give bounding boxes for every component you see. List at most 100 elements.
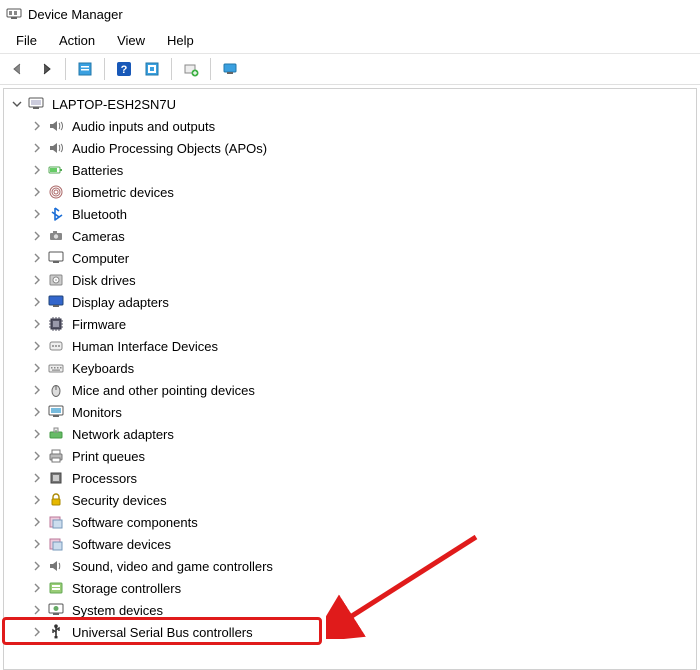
tree-category-label: Mice and other pointing devices	[70, 382, 257, 399]
security-icon	[47, 491, 65, 509]
tree-category[interactable]: Software devices	[6, 533, 694, 555]
add-legacy-button[interactable]	[179, 57, 203, 81]
chevron-right-icon[interactable]	[30, 361, 44, 375]
tree-category[interactable]: Cameras	[6, 225, 694, 247]
tree-category[interactable]: Print queues	[6, 445, 694, 467]
menu-help[interactable]: Help	[157, 30, 204, 51]
tree-category[interactable]: Software components	[6, 511, 694, 533]
toolbar-separator	[210, 58, 211, 80]
tree-category[interactable]: Human Interface Devices	[6, 335, 694, 357]
toolbar-separator	[104, 58, 105, 80]
speaker-icon	[47, 139, 65, 157]
system-icon	[47, 601, 65, 619]
chevron-right-icon[interactable]	[30, 339, 44, 353]
tree-category-label: Cameras	[70, 228, 127, 245]
chevron-right-icon[interactable]	[30, 603, 44, 617]
chevron-right-icon[interactable]	[30, 207, 44, 221]
tree-category[interactable]: Bluetooth	[6, 203, 694, 225]
chevron-right-icon[interactable]	[30, 383, 44, 397]
tree-category[interactable]: System devices	[6, 599, 694, 621]
tree-category-label: Software components	[70, 514, 200, 531]
tree-category[interactable]: Firmware	[6, 313, 694, 335]
tree-category-label: Software devices	[70, 536, 173, 553]
menubar: File Action View Help	[0, 28, 700, 54]
tree-category[interactable]: Storage controllers	[6, 577, 694, 599]
chevron-right-icon[interactable]	[30, 449, 44, 463]
tree-category[interactable]: Batteries	[6, 159, 694, 181]
tree-category[interactable]: Processors	[6, 467, 694, 489]
tree-category[interactable]: Sound, video and game controllers	[6, 555, 694, 577]
cpu-icon	[47, 469, 65, 487]
tree-category-label: Print queues	[70, 448, 147, 465]
menu-file[interactable]: File	[6, 30, 47, 51]
chevron-right-icon[interactable]	[30, 141, 44, 155]
menu-view[interactable]: View	[107, 30, 155, 51]
chevron-right-icon[interactable]	[30, 405, 44, 419]
help-button[interactable]: ?	[112, 57, 136, 81]
tree-category-label: Disk drives	[70, 272, 138, 289]
chevron-right-icon[interactable]	[30, 163, 44, 177]
keyboard-icon	[47, 359, 65, 377]
svg-text:?: ?	[121, 64, 128, 76]
software-icon	[47, 513, 65, 531]
toolbar-separator	[65, 58, 66, 80]
tree-category-label: Processors	[70, 470, 139, 487]
device-manager-icon	[6, 6, 22, 22]
chevron-right-icon[interactable]	[30, 537, 44, 551]
window-titlebar: Device Manager	[0, 0, 700, 28]
network-icon	[47, 425, 65, 443]
chevron-right-icon[interactable]	[30, 559, 44, 573]
tree-category-label: Audio inputs and outputs	[70, 118, 217, 135]
tree-category[interactable]: Biometric devices	[6, 181, 694, 203]
tree-category[interactable]: Audio Processing Objects (APOs)	[6, 137, 694, 159]
tree-category[interactable]: Computer	[6, 247, 694, 269]
chevron-right-icon[interactable]	[30, 119, 44, 133]
tree-root[interactable]: LAPTOP-ESH2SN7U	[6, 93, 694, 115]
disk-icon	[47, 271, 65, 289]
battery-icon	[47, 161, 65, 179]
device-tree[interactable]: LAPTOP-ESH2SN7U Audio inputs and outputs…	[3, 88, 697, 670]
menu-action[interactable]: Action	[49, 30, 105, 51]
forward-button[interactable]	[34, 57, 58, 81]
software-icon	[47, 535, 65, 553]
chevron-right-icon[interactable]	[30, 427, 44, 441]
chevron-right-icon[interactable]	[30, 493, 44, 507]
tree-category[interactable]: Network adapters	[6, 423, 694, 445]
tree-category[interactable]: Security devices	[6, 489, 694, 511]
tree-category[interactable]: Audio inputs and outputs	[6, 115, 694, 137]
chevron-right-icon[interactable]	[30, 251, 44, 265]
tree-category-label: Monitors	[70, 404, 124, 421]
tree-category-label: Keyboards	[70, 360, 136, 377]
tree-category-label: Batteries	[70, 162, 125, 179]
tree-category[interactable]: Display adapters	[6, 291, 694, 313]
tree-category[interactable]: Universal Serial Bus controllers	[6, 621, 694, 643]
back-button[interactable]	[6, 57, 30, 81]
chevron-right-icon[interactable]	[30, 295, 44, 309]
chevron-right-icon[interactable]	[30, 581, 44, 595]
toolbar: ?	[0, 54, 700, 85]
chevron-right-icon[interactable]	[30, 515, 44, 529]
tree-category[interactable]: Keyboards	[6, 357, 694, 379]
tree-category-label: Computer	[70, 250, 131, 267]
tree-category[interactable]: Monitors	[6, 401, 694, 423]
chevron-right-icon[interactable]	[30, 471, 44, 485]
mouse-icon	[47, 381, 65, 399]
window-title: Device Manager	[28, 7, 123, 22]
tree-category[interactable]: Disk drives	[6, 269, 694, 291]
bluetooth-icon	[47, 205, 65, 223]
chevron-right-icon[interactable]	[30, 317, 44, 331]
properties-button[interactable]	[73, 57, 97, 81]
chevron-right-icon[interactable]	[30, 185, 44, 199]
chevron-right-icon[interactable]	[30, 273, 44, 287]
tree-category[interactable]: Mice and other pointing devices	[6, 379, 694, 401]
tree-category-label: System devices	[70, 602, 165, 619]
chevron-right-icon[interactable]	[30, 625, 44, 639]
chevron-right-icon[interactable]	[30, 229, 44, 243]
chevron-down-icon[interactable]	[10, 97, 24, 111]
storage-icon	[47, 579, 65, 597]
scan-hardware-button[interactable]	[140, 57, 164, 81]
show-hidden-button[interactable]	[218, 57, 242, 81]
fingerprint-icon	[47, 183, 65, 201]
speaker-icon	[47, 117, 65, 135]
monitor-icon	[47, 403, 65, 421]
